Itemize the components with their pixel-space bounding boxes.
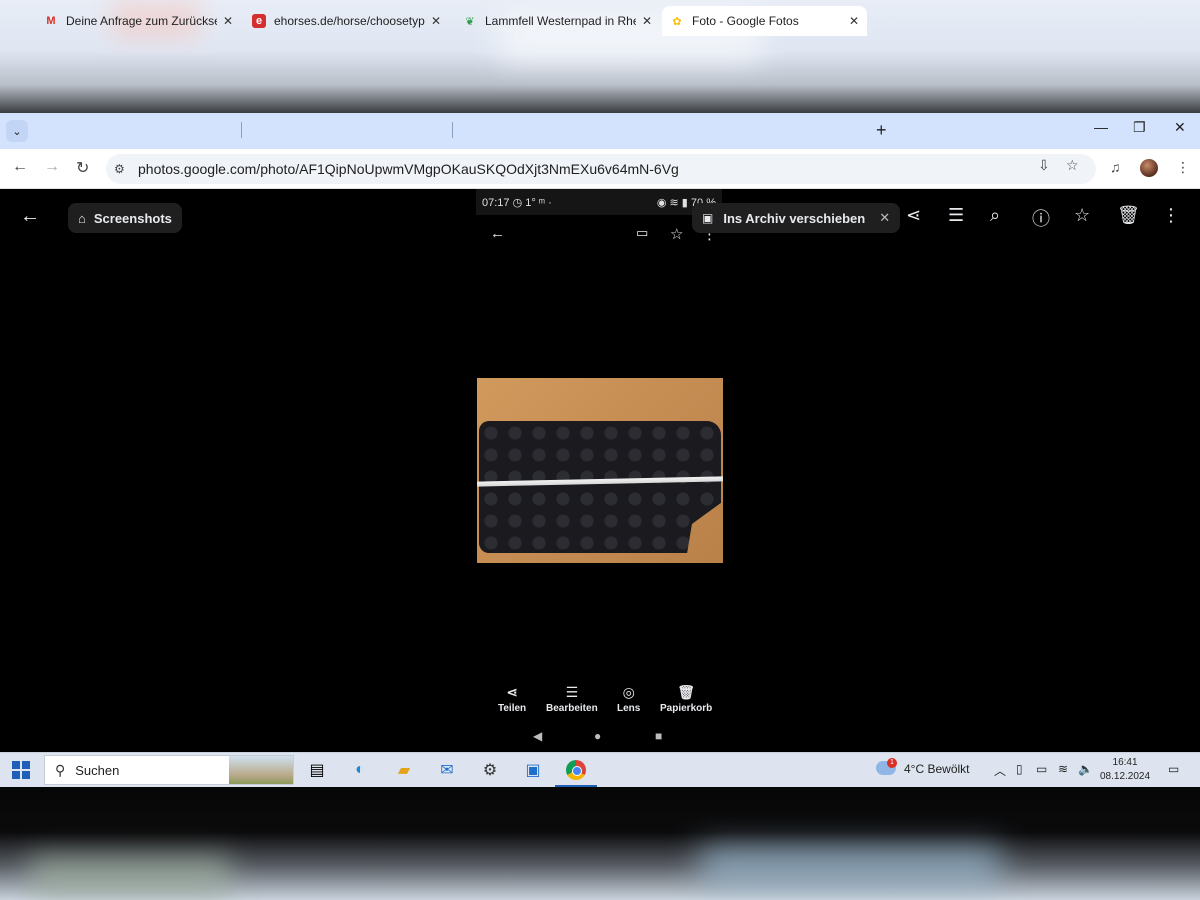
phone-edit-action: ☰ Bearbeiten — [546, 684, 598, 714]
phone-photo-toolbar: ← ▭ ☆ ⋮ — [476, 215, 722, 255]
device-icon[interactable]: ▯ — [1016, 762, 1023, 776]
clock-date: 08.12.2024 — [1100, 771, 1151, 782]
chrome-icon[interactable] — [564, 759, 588, 781]
close-window-icon[interactable]: ✕ — [1174, 119, 1186, 136]
menu-kebab-icon[interactable]: ⋮ — [1176, 159, 1190, 176]
edit-sliders-icon[interactable]: ☰ — [948, 205, 964, 226]
mail-icon[interactable]: ✉ — [435, 759, 459, 781]
close-icon[interactable]: ✕ — [879, 210, 890, 226]
task-view-icon[interactable]: ▤ — [305, 759, 329, 781]
close-icon[interactable]: ✕ — [642, 14, 652, 28]
tab-search-button[interactable]: ⌄ — [6, 120, 28, 142]
search-icon: ⚲ — [55, 761, 66, 778]
tab-lammfell[interactable]: ❦ Lammfell Westernpad in Rheinl ✕ — [455, 6, 660, 36]
search-highlight-image — [229, 756, 293, 784]
phone-nav-home-icon: ● — [594, 729, 602, 743]
clock-time: 16:41 — [1112, 757, 1138, 768]
cast-icon: ▭ — [636, 225, 649, 240]
close-icon[interactable]: ✕ — [223, 14, 233, 28]
archive-button[interactable]: ▣ Ins Archiv verschieben ✕ — [692, 203, 901, 233]
tab-google-photos[interactable]: ✿ Foto - Google Fotos ✕ — [662, 6, 867, 36]
google-photos-icon: ✿ — [672, 15, 682, 28]
media-control-icon[interactable]: ♫ — [1110, 159, 1121, 175]
edit-icon: ☰ — [565, 684, 579, 700]
favorite-star-icon[interactable]: ☆ — [1074, 205, 1090, 226]
wifi-icon[interactable]: ≋ — [1058, 762, 1068, 776]
weather-badge: 1 — [887, 758, 897, 768]
archive-icon: ▣ — [702, 211, 714, 225]
share-icon[interactable]: ⋖ — [906, 205, 921, 226]
file-explorer-icon[interactable]: ▰ — [392, 759, 416, 781]
back-icon[interactable]: ← — [12, 158, 28, 176]
zoom-icon[interactable]: ⌕ — [990, 205, 1000, 226]
phone-nav-recents-icon: ■ — [655, 729, 663, 743]
new-tab-button[interactable]: + — [876, 120, 887, 141]
phone-nav-back-icon: ◀ — [533, 729, 543, 743]
gmail-icon: M — [46, 15, 56, 27]
avatar[interactable] — [1140, 159, 1158, 177]
lens-icon: ◎ — [622, 684, 635, 700]
phone-status-bar: 07:17 ◷ 1° ᵐ · ◉ ≋ ▮ 70 % — [476, 189, 722, 215]
phone-share-action: ⋖ Teilen — [498, 684, 527, 714]
weather-text[interactable]: 4°C Bewölkt — [904, 762, 970, 776]
url-text[interactable]: photos.google.com/photo/AF1QipNoUpwmVMgp… — [138, 161, 679, 177]
close-icon[interactable]: ✕ — [431, 14, 441, 28]
back-arrow-icon[interactable]: ← — [20, 205, 40, 228]
windows-start-icon[interactable] — [12, 761, 30, 779]
browser-toolbar: ← → ↻ ⚙ photos.google.com/photo/AF1QipNo… — [0, 149, 1200, 189]
saddle-pad-photo — [477, 378, 723, 563]
tab-strip: ⌄ — [0, 113, 1200, 149]
edge-icon[interactable]: ◐ — [348, 759, 372, 781]
saddle-pad — [479, 421, 721, 553]
screenshots-chip[interactable]: ⌂ Screenshots — [68, 203, 182, 233]
battery-icon[interactable]: ▭ — [1036, 762, 1047, 776]
leaf-icon: ❦ — [465, 15, 475, 28]
restore-icon[interactable]: ❐ — [1133, 119, 1146, 136]
more-icon[interactable]: ⋮ — [1162, 205, 1180, 226]
trash-icon: 🗑 — [677, 684, 696, 700]
share-icon: ⋖ — [506, 684, 518, 700]
clock[interactable]: 16:41 08.12.2024 — [1100, 756, 1150, 784]
tab-ehorses[interactable]: e ehorses.de/horse/choosetype ✕ — [244, 6, 449, 36]
tray-overflow-icon[interactable]: ︿ — [994, 762, 1006, 779]
notifications-icon[interactable]: ▭ — [1168, 762, 1179, 776]
ehorses-icon: e — [252, 14, 266, 28]
address-bar[interactable]: ⚙ photos.google.com/photo/AF1QipNoUpwmVM… — [106, 154, 1096, 184]
reload-icon[interactable]: ↻ — [76, 158, 89, 178]
minimize-icon[interactable]: — — [1094, 119, 1108, 135]
phone-trash-action: 🗑 Papierkorb — [660, 684, 713, 714]
taskbar-search[interactable]: ⚲ Suchen — [44, 755, 294, 785]
settings-gear-icon[interactable]: ⚙ — [478, 759, 502, 781]
photo-background-bottom — [0, 787, 1200, 900]
tag-icon: ⌂ — [78, 210, 86, 226]
photo-viewer: ← ⌂ Screenshots 07:17 ◷ 1° ᵐ · ◉ ≋ ▮ 70 … — [0, 189, 1200, 752]
taskbar: ⚲ Suchen ▤ ◐ ▰ ✉ ⚙ ▣ 1 4°C Bewölkt ︿ ▯ ▭… — [0, 752, 1200, 787]
phone-action-bar: ⋖ Teilen ☰ Bearbeiten ◎ Lens 🗑 Papierkorb — [476, 684, 722, 724]
volume-icon[interactable]: 🔈 — [1078, 762, 1093, 776]
phone-lens-action: ◎ Lens — [617, 684, 641, 714]
phone-star-icon: ☆ — [670, 226, 684, 243]
phone-back-icon: ← — [490, 225, 505, 242]
photos-app-icon[interactable]: ▣ — [521, 759, 545, 781]
info-icon[interactable]: ⓘ — [1032, 205, 1050, 231]
bookmark-star-icon[interactable]: ☆ — [1066, 157, 1079, 174]
site-info-icon[interactable]: ⚙ — [114, 162, 130, 176]
tab-gmail[interactable]: M Deine Anfrage zum Zurücksetze ✕ — [36, 6, 241, 36]
forward-icon[interactable]: → — [44, 158, 60, 176]
install-app-icon[interactable]: ⇩ — [1038, 157, 1050, 174]
close-icon[interactable]: ✕ — [849, 14, 859, 28]
delete-icon[interactable]: 🗑 — [1117, 205, 1140, 226]
